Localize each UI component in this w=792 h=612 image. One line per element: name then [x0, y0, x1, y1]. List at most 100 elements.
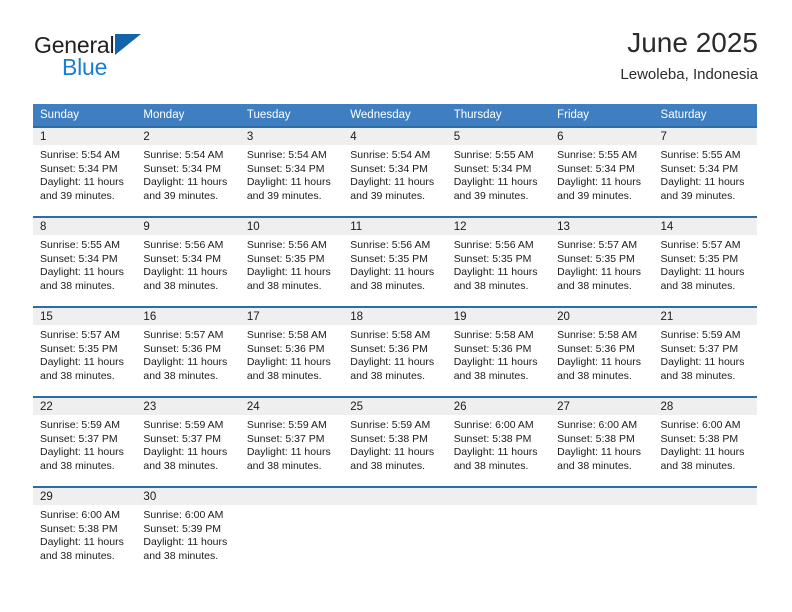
title-block: June 2025 Lewoleba, Indonesia: [620, 26, 758, 86]
day-number: 21: [653, 308, 757, 325]
calendar-day-cell[interactable]: 1 Sunrise: 5:54 AM Sunset: 5:34 PM Daylight…: [33, 126, 137, 217]
day-number: 18: [343, 308, 447, 325]
day-cell-inner: 8 Sunrise: 5:55 AM Sunset: 5:34 PM Daylight…: [33, 218, 137, 306]
calendar-week-row: 29 Sunrise: 6:00 AM Sunset: 5:38 PM Dayligh…: [33, 486, 757, 577]
calendar-day-cell[interactable]: 8 Sunrise: 5:55 AM Sunset: 5:34 PM Daylight…: [33, 216, 137, 307]
daylight-text: Daylight: 11 hours and 38 minutes.: [660, 266, 745, 292]
calendar-day-cell[interactable]: 3 Sunrise: 5:54 AM Sunset: 5:34 PM Daylight…: [239, 126, 344, 217]
calendar-day-cell[interactable]: 11 Sunrise: 5:56 AM Sunset: 5:35 PM Dayligh…: [343, 216, 447, 307]
day-cell-details: Sunrise: 5:59 AM Sunset: 5:37 PM Daylight:…: [33, 415, 136, 473]
day-number: 29: [33, 488, 137, 505]
day-cell-details: Sunrise: 6:00 AM Sunset: 5:39 PM Daylight:…: [136, 505, 239, 563]
calendar-day-cell[interactable]: 6 Sunrise: 5:55 AM Sunset: 5:34 PM Daylight…: [550, 126, 654, 217]
day-cell-details: Sunrise: 5:55 AM Sunset: 5:34 PM Daylight:…: [33, 235, 136, 293]
day-number: 20: [550, 308, 654, 325]
calendar-day-cell[interactable]: 9 Sunrise: 5:56 AM Sunset: 5:34 PM Daylight…: [136, 216, 240, 307]
calendar-header-row: Sunday Monday Tuesday Wednesday Thursday…: [33, 104, 757, 127]
calendar-day-cell[interactable]: 28 Sunrise: 6:00 AM Sunset: 5:38 PM Dayligh…: [653, 396, 757, 487]
calendar-day-cell[interactable]: 18 Sunrise: 5:58 AM Sunset: 5:36 PM Dayligh…: [343, 306, 447, 397]
calendar-day-cell[interactable]: 24 Sunrise: 5:59 AM Sunset: 5:37 PM Dayligh…: [239, 396, 344, 487]
day-number: 16: [136, 308, 240, 325]
daylight-text: Daylight: 11 hours and 38 minutes.: [143, 446, 228, 472]
sunset-text: Sunset: 5:34 PM: [557, 162, 635, 175]
sunrise-text: Sunrise: 5:55 AM: [660, 149, 741, 161]
day-cell-details: Sunrise: 5:58 AM Sunset: 5:36 PM Daylight:…: [240, 325, 343, 383]
day-cell-details: Sunrise: 5:54 AM Sunset: 5:34 PM Daylight:…: [240, 145, 343, 203]
day-cell-inner: 15 Sunrise: 5:57 AM Sunset: 5:35 PM Dayligh…: [33, 308, 137, 396]
calendar-day-cell[interactable]: 25 Sunrise: 5:59 AM Sunset: 5:38 PM Dayligh…: [343, 396, 447, 487]
calendar-day-cell[interactable]: 13 Sunrise: 5:57 AM Sunset: 5:35 PM Dayligh…: [550, 216, 654, 307]
daylight-text: Daylight: 11 hours and 38 minutes.: [557, 266, 641, 292]
daylight-text: Daylight: 11 hours and 38 minutes.: [246, 266, 331, 292]
day-number: 13: [550, 218, 654, 235]
day-number: 22: [33, 398, 137, 415]
day-cell-details: Sunrise: 5:57 AM Sunset: 5:35 PM Daylight:…: [654, 235, 757, 293]
calendar-day-cell[interactable]: 12 Sunrise: 5:56 AM Sunset: 5:35 PM Dayligh…: [446, 216, 551, 307]
logo-top-row: General: [34, 32, 264, 58]
day-cell-details: Sunrise: 6:00 AM Sunset: 5:38 PM Daylight:…: [33, 505, 136, 563]
sunrise-text: Sunrise: 6:00 AM: [40, 509, 120, 521]
day-cell-details: Sunrise: 5:58 AM Sunset: 5:36 PM Daylight:…: [550, 325, 653, 383]
day-number: 24: [239, 398, 344, 415]
daylight-text: Daylight: 11 hours and 38 minutes.: [40, 536, 124, 562]
day-number: 14: [653, 218, 757, 235]
day-number: 23: [136, 398, 240, 415]
calendar-day-cell[interactable]: 27 Sunrise: 6:00 AM Sunset: 5:38 PM Dayligh…: [550, 396, 654, 487]
sunset-text: Sunset: 5:34 PM: [40, 162, 118, 175]
calendar-day-cell[interactable]: 7 Sunrise: 5:55 AM Sunset: 5:34 PM Daylight…: [653, 126, 757, 217]
sunset-text: Sunset: 5:35 PM: [557, 252, 635, 265]
calendar-week-row: 22 Sunrise: 5:59 AM Sunset: 5:37 PM Dayligh…: [33, 396, 757, 487]
sunrise-text: Sunrise: 5:56 AM: [453, 239, 534, 251]
day-cell-inner: [550, 488, 654, 577]
day-cell-inner: 30 Sunrise: 6:00 AM Sunset: 5:39 PM Dayligh…: [136, 488, 240, 577]
sunrise-text: Sunrise: 5:56 AM: [350, 239, 431, 251]
calendar-day-cell[interactable]: 5 Sunrise: 5:55 AM Sunset: 5:34 PM Daylight…: [446, 126, 551, 217]
calendar-day-cell[interactable]: 29 Sunrise: 6:00 AM Sunset: 5:38 PM Dayligh…: [33, 486, 137, 577]
calendar-day-cell[interactable]: 23 Sunrise: 5:59 AM Sunset: 5:37 PM Dayligh…: [136, 396, 240, 487]
general-blue-logo[interactable]: General Blue: [34, 32, 264, 80]
daylight-text: Daylight: 11 hours and 39 minutes.: [143, 176, 228, 202]
sunrise-text: Sunrise: 5:57 AM: [660, 239, 741, 251]
daylight-text: Daylight: 11 hours and 38 minutes.: [453, 446, 538, 472]
sunset-text: Sunset: 5:37 PM: [246, 432, 325, 445]
daylight-text: Daylight: 11 hours and 39 minutes.: [660, 176, 745, 202]
calendar-day-cell[interactable]: 10 Sunrise: 5:56 AM Sunset: 5:35 PM Dayligh…: [239, 216, 344, 307]
calendar-day-cell[interactable]: 2 Sunrise: 5:54 AM Sunset: 5:34 PM Daylight…: [136, 126, 240, 217]
weekday-header-tuesday: Tuesday: [239, 104, 344, 127]
weekday-header-thursday: Thursday: [446, 104, 551, 127]
day-cell-inner: 7 Sunrise: 5:55 AM Sunset: 5:34 PM Daylight…: [653, 128, 757, 216]
calendar-day-cell[interactable]: 14 Sunrise: 5:57 AM Sunset: 5:35 PM Dayligh…: [653, 216, 757, 307]
sunset-text: Sunset: 5:35 PM: [246, 252, 325, 265]
sunset-text: Sunset: 5:38 PM: [350, 432, 428, 445]
day-cell-inner: 6 Sunrise: 5:55 AM Sunset: 5:34 PM Daylight…: [550, 128, 654, 216]
calendar-week-row: 15 Sunrise: 5:57 AM Sunset: 5:35 PM Dayligh…: [33, 306, 757, 397]
day-cell-inner: 21 Sunrise: 5:59 AM Sunset: 5:37 PM Dayligh…: [653, 308, 757, 396]
day-cell-details: Sunrise: 5:58 AM Sunset: 5:36 PM Daylight:…: [447, 325, 550, 383]
sunset-text: Sunset: 5:38 PM: [40, 522, 118, 535]
day-cell-details: Sunrise: 5:56 AM Sunset: 5:35 PM Daylight:…: [240, 235, 343, 293]
calendar-page: General Blue June 2025 Lewoleba, Indones…: [0, 0, 792, 612]
calendar-day-cell[interactable]: 17 Sunrise: 5:58 AM Sunset: 5:36 PM Dayligh…: [239, 306, 344, 397]
day-number: 6: [550, 128, 654, 145]
calendar-day-cell[interactable]: 20 Sunrise: 5:58 AM Sunset: 5:36 PM Dayligh…: [550, 306, 654, 397]
daylight-text: Daylight: 11 hours and 39 minutes.: [350, 176, 435, 202]
daylight-text: Daylight: 11 hours and 38 minutes.: [143, 536, 228, 562]
calendar-day-cell[interactable]: 30 Sunrise: 6:00 AM Sunset: 5:39 PM Dayligh…: [136, 486, 240, 577]
day-number: 26: [446, 398, 551, 415]
day-number: 10: [239, 218, 344, 235]
day-cell-details: Sunrise: 5:57 AM Sunset: 5:35 PM Daylight:…: [550, 235, 653, 293]
day-number: 15: [33, 308, 137, 325]
sunset-text: Sunset: 5:34 PM: [660, 162, 739, 175]
calendar-day-cell[interactable]: 26 Sunrise: 6:00 AM Sunset: 5:38 PM Dayligh…: [446, 396, 551, 487]
sunrise-text: Sunrise: 5:54 AM: [350, 149, 431, 161]
sunset-text: Sunset: 5:38 PM: [557, 432, 635, 445]
daylight-text: Daylight: 11 hours and 39 minutes.: [453, 176, 538, 202]
calendar-day-cell[interactable]: 19 Sunrise: 5:58 AM Sunset: 5:36 PM Dayligh…: [446, 306, 551, 397]
calendar-day-cell[interactable]: 16 Sunrise: 5:57 AM Sunset: 5:36 PM Dayligh…: [136, 306, 240, 397]
calendar-day-cell[interactable]: 15 Sunrise: 5:57 AM Sunset: 5:35 PM Dayligh…: [33, 306, 137, 397]
calendar-day-cell[interactable]: 4 Sunrise: 5:54 AM Sunset: 5:34 PM Daylight…: [343, 126, 447, 217]
day-cell-inner: 25 Sunrise: 5:59 AM Sunset: 5:38 PM Dayligh…: [343, 398, 447, 486]
calendar-week-row: 1 Sunrise: 5:54 AM Sunset: 5:34 PM Daylight…: [33, 126, 757, 217]
calendar-day-cell[interactable]: 21 Sunrise: 5:59 AM Sunset: 5:37 PM Dayligh…: [653, 306, 757, 397]
calendar-day-cell[interactable]: 22 Sunrise: 5:59 AM Sunset: 5:37 PM Dayligh…: [33, 396, 137, 487]
